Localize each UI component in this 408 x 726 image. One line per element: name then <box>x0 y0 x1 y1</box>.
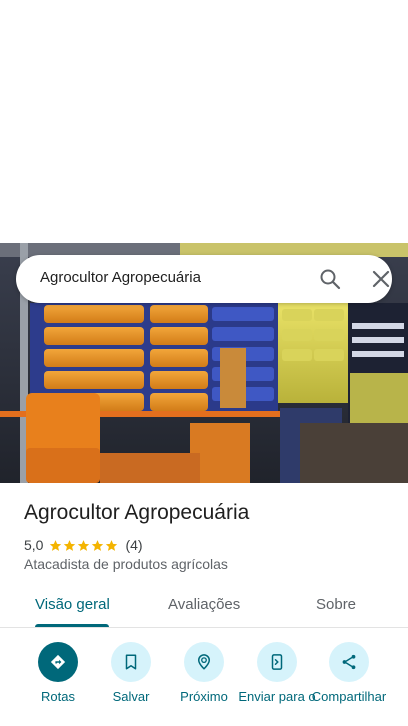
rating-row[interactable]: 5,0 (4) <box>24 536 143 554</box>
star-icon <box>106 539 118 551</box>
share-label: Compartilhar <box>311 689 387 704</box>
search-input[interactable]: Agrocultor Agropecuária <box>40 269 201 286</box>
star-icon <box>92 539 104 551</box>
bookmark-icon <box>111 642 151 682</box>
send-to-phone-button[interactable]: Enviar para o <box>237 642 317 726</box>
active-tab-indicator <box>35 624 109 627</box>
nearby-button[interactable]: Próximo <box>164 642 244 726</box>
directions-label: Rotas <box>41 689 75 704</box>
directions-button[interactable]: Rotas <box>18 642 98 726</box>
star-icon <box>78 539 90 551</box>
save-label: Salvar <box>112 689 150 704</box>
tab-bar: Visão geral Avaliações Sobre <box>0 584 408 628</box>
close-icon[interactable] <box>369 267 393 291</box>
tab-about[interactable]: Sobre <box>316 596 356 613</box>
tab-overview[interactable]: Visão geral <box>35 596 110 613</box>
rating-stars <box>49 539 119 552</box>
tab-reviews[interactable]: Avaliações <box>168 596 240 613</box>
map-area-blank <box>0 0 408 243</box>
send-to-phone-icon <box>257 642 297 682</box>
save-button[interactable]: Salvar <box>91 642 171 726</box>
star-icon <box>64 539 76 551</box>
share-icon <box>329 642 369 682</box>
directions-icon <box>38 642 78 682</box>
action-bar: Rotas Salvar Próximo Enviar para o Compa… <box>0 640 408 726</box>
nearby-icon <box>184 642 224 682</box>
star-icon <box>50 539 62 551</box>
review-count[interactable]: (4) <box>125 537 142 553</box>
send-to-phone-label: Enviar para o <box>238 689 316 704</box>
nearby-label: Próximo <box>180 689 228 704</box>
place-title: Agrocultor Agropecuária <box>24 501 250 524</box>
place-category: Atacadista de produtos agrícolas <box>24 556 228 572</box>
search-bar[interactable]: Agrocultor Agropecuária <box>16 255 392 303</box>
rating-value: 5,0 <box>24 537 44 553</box>
share-button[interactable]: Compartilhar <box>309 642 389 726</box>
search-icon[interactable] <box>318 267 342 291</box>
